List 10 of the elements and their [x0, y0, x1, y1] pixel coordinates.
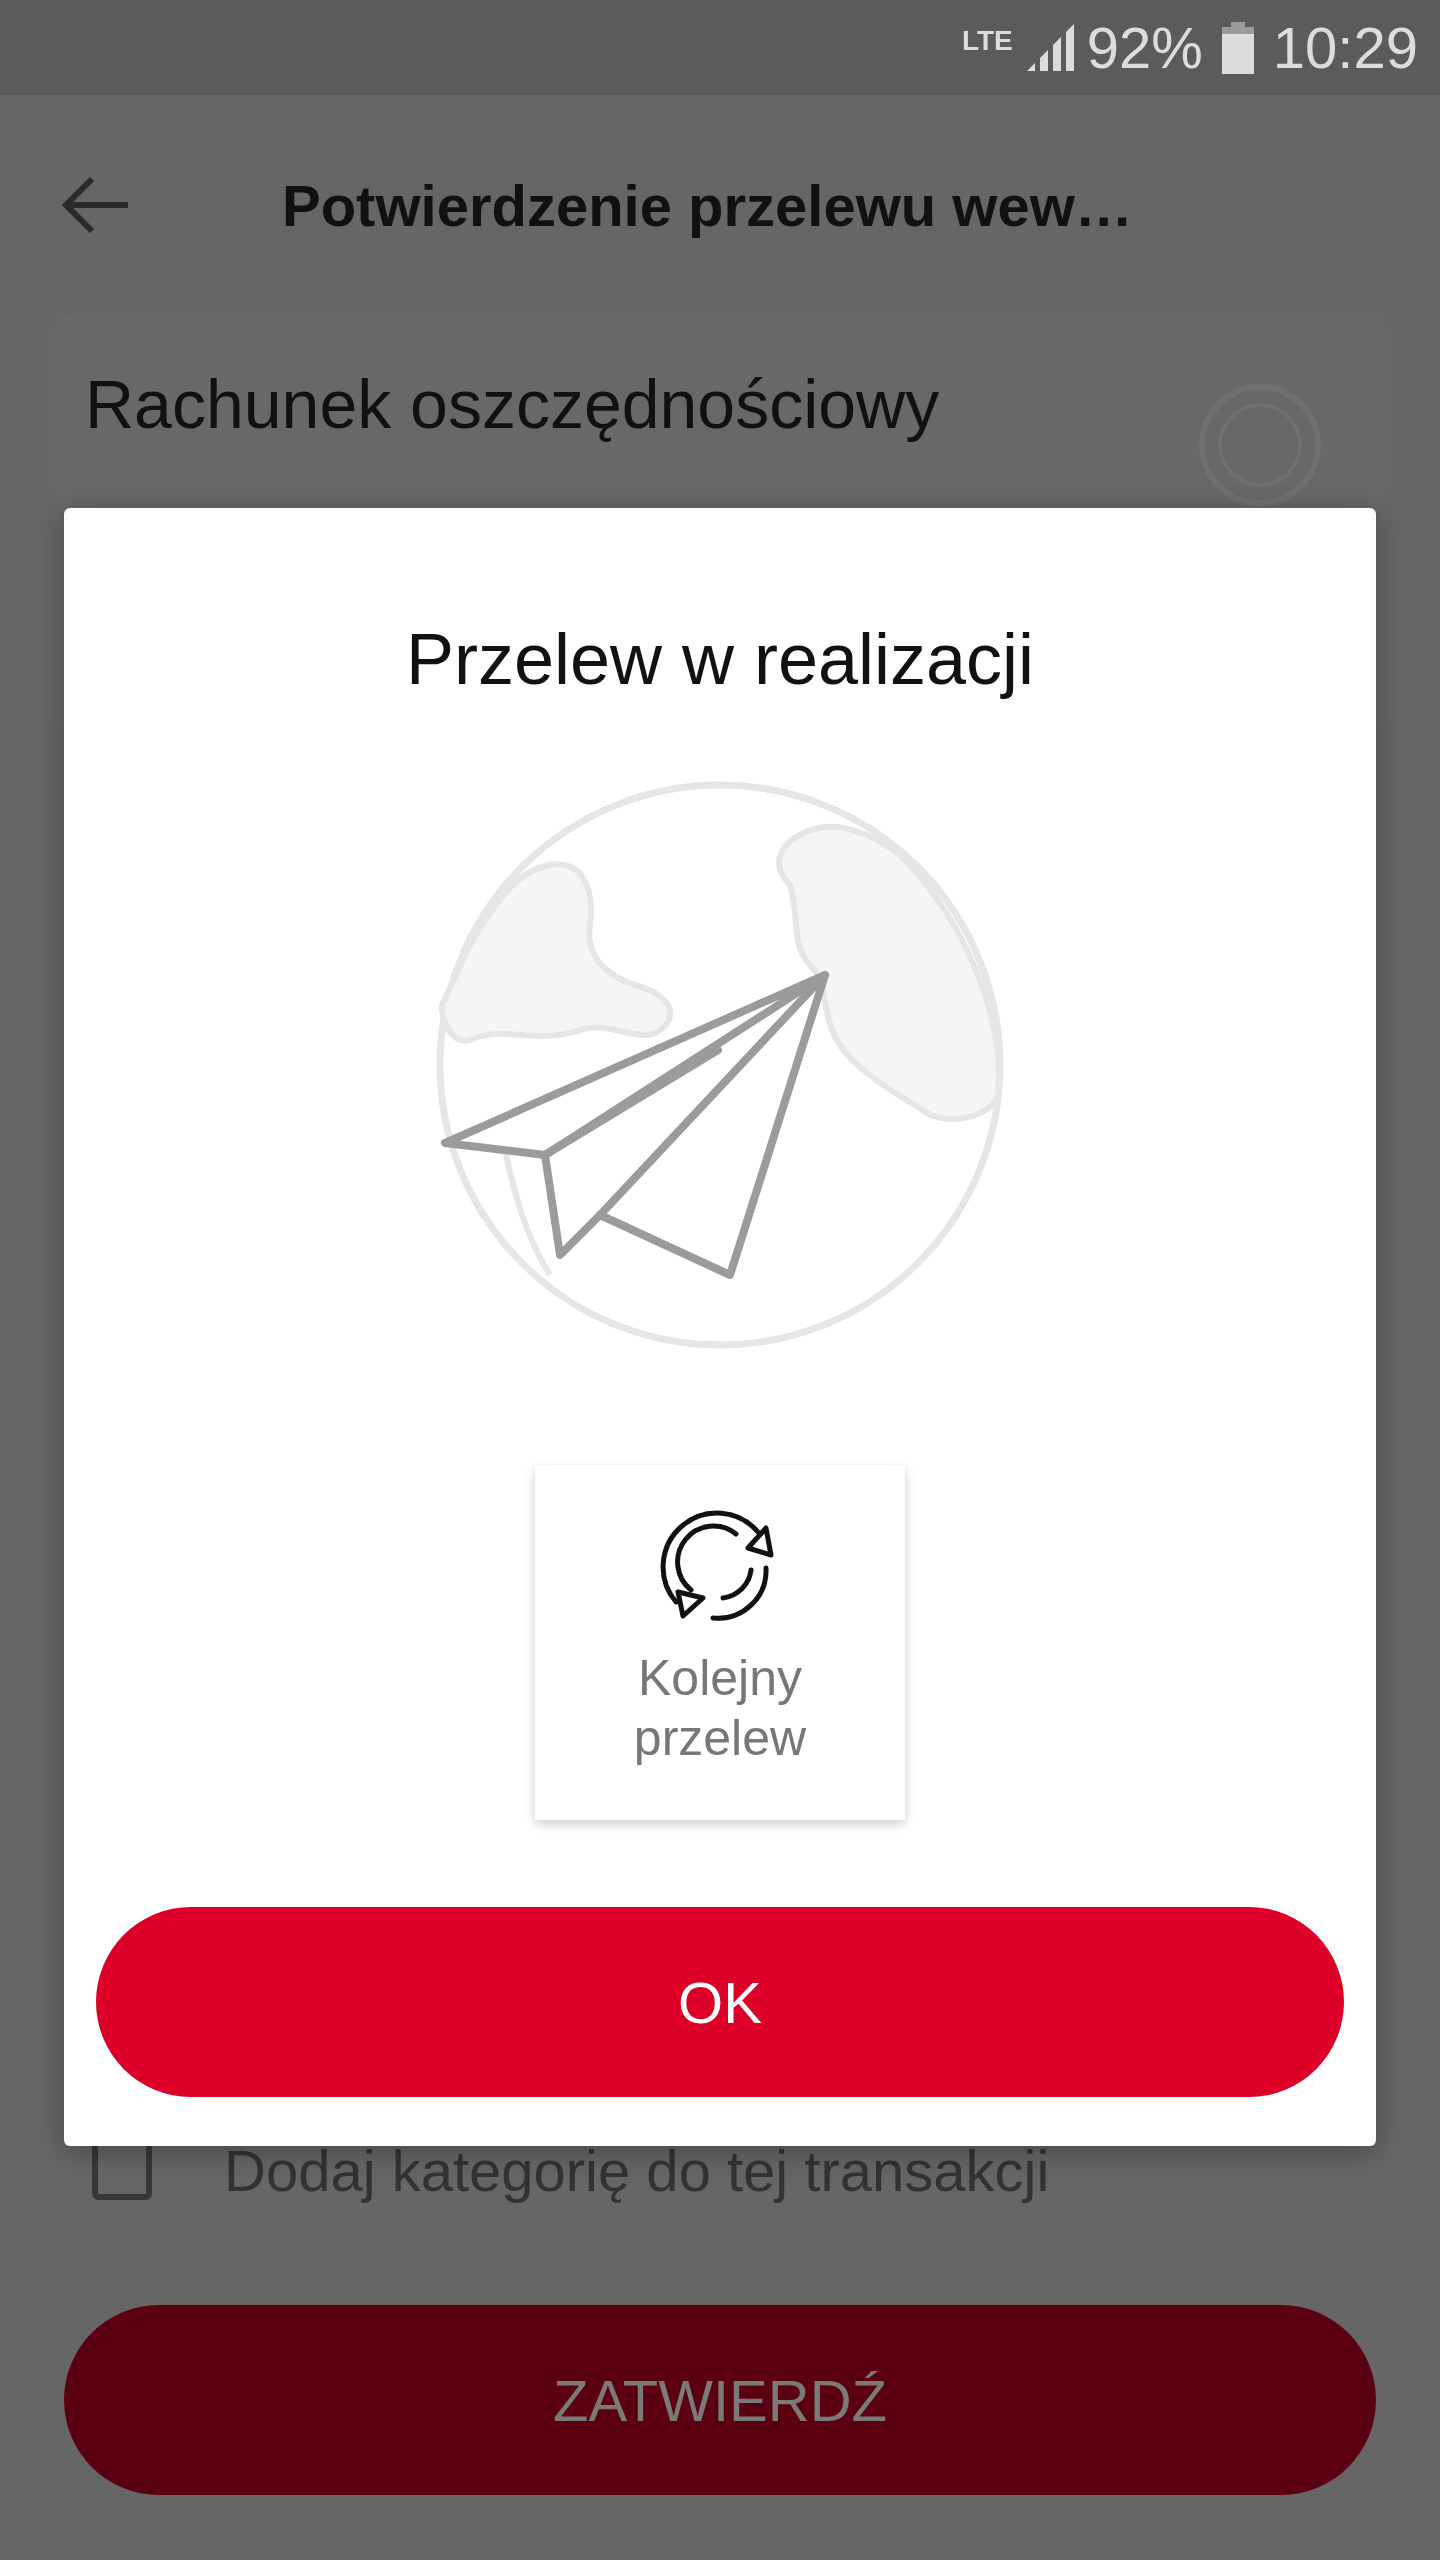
- battery-percent: 92%: [1086, 14, 1203, 81]
- ok-button[interactable]: OK: [96, 1907, 1344, 2097]
- screen-title: Potwierdzenie przelewu wew…: [282, 171, 1133, 239]
- confirm-button[interactable]: ZATWIERDŹ: [64, 2305, 1376, 2495]
- dialog-title: Przelew w realizacji: [405, 618, 1035, 700]
- account-name: Rachunek oszczędnościowy: [85, 365, 940, 443]
- network-label: LTE: [961, 24, 1013, 57]
- clock: 10:29: [1272, 14, 1418, 81]
- next-transfer-button[interactable]: Kolejny przelew: [535, 1465, 905, 1820]
- battery-icon: [1220, 21, 1255, 74]
